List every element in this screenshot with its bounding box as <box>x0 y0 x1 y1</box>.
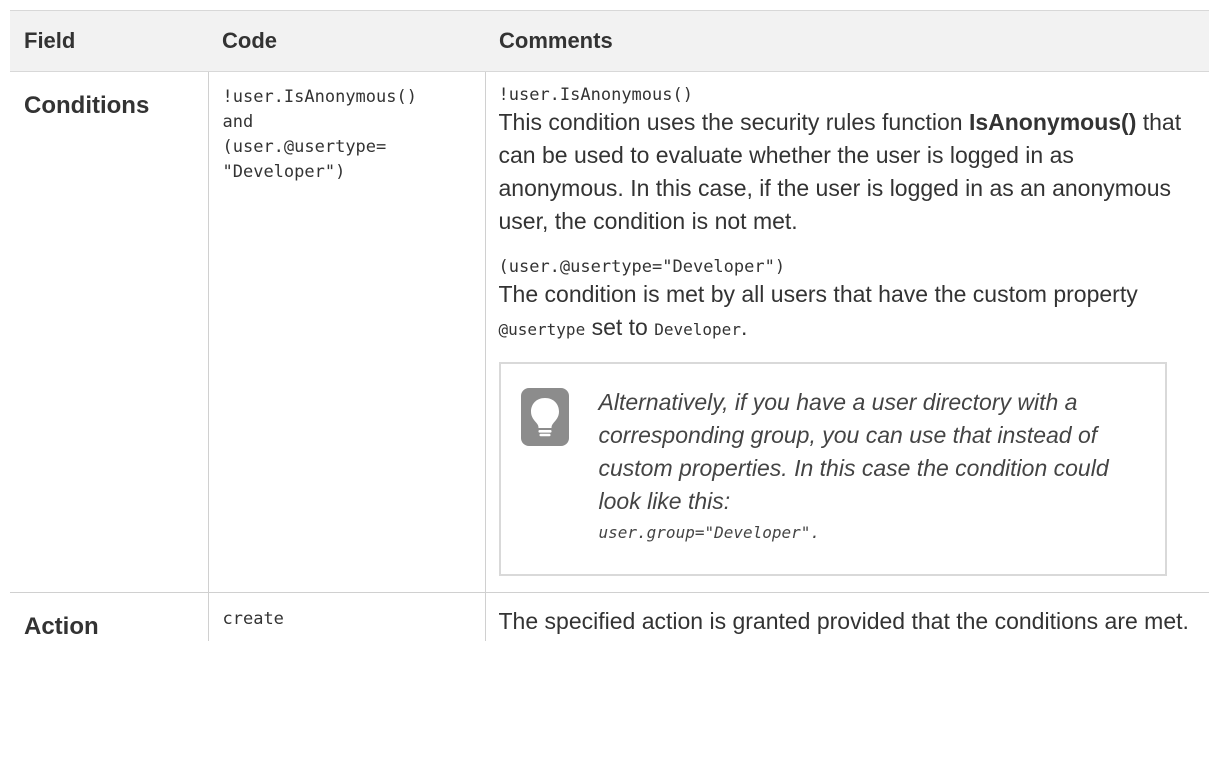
comment-text: This condition uses the security rules f… <box>498 109 969 135</box>
function-name: IsAnonymous() <box>968 109 1137 135</box>
action-code: create <box>222 609 284 629</box>
table-row-action: Action create The specified action is gr… <box>10 592 1209 642</box>
header-field: Field <box>10 10 208 72</box>
security-rule-table: Field Code Comments Conditions !user.IsA… <box>10 10 1209 641</box>
table-row-conditions: Conditions !user.IsAnonymous() and (user… <box>10 71 1209 593</box>
conditions-comments: !user.IsAnonymous() This condition uses … <box>486 72 1209 592</box>
code-line: (user.@usertype= <box>222 137 387 157</box>
tip-body: Alternatively, if you have a user direct… <box>598 389 1109 514</box>
code-line: and <box>222 112 254 132</box>
conditions-comments-cell: !user.IsAnonymous() This condition uses … <box>484 71 1209 593</box>
action-field-label: Action <box>24 613 99 640</box>
comment-text: The condition is met by all users that h… <box>498 281 1138 307</box>
action-code-cell: create <box>207 592 485 641</box>
custom-property-value: Developer <box>654 320 741 339</box>
tip-code: user.group="Developer". <box>598 523 821 542</box>
page: Field Code Comments Conditions !user.IsA… <box>0 0 1209 757</box>
code-line: !user.IsAnonymous() <box>222 87 417 107</box>
conditions-code: !user.IsAnonymous() and (user.@usertype=… <box>209 72 485 185</box>
header-comments: Comments <box>485 10 1209 72</box>
comment-paragraph-usertype: The condition is met by all users that h… <box>499 278 1196 346</box>
comment-paragraph-isanonymous: This condition uses the security rules f… <box>499 106 1196 238</box>
tip-callout: Alternatively, if you have a user direct… <box>498 362 1167 576</box>
comment-code-usertype: (user.@usertype="Developer") <box>498 257 786 277</box>
conditions-field-label: Conditions <box>24 92 150 119</box>
table-header-row: Field Code Comments <box>10 10 1209 72</box>
action-comment: The specified action is granted provided… <box>498 608 1189 634</box>
action-field-cell: Action <box>10 593 208 642</box>
code-line: "Developer") <box>222 162 346 182</box>
tip-text: Alternatively, if you have a user direct… <box>599 386 1145 548</box>
action-comments-cell: The specified action is granted provided… <box>484 592 1209 641</box>
lightbulb-icon <box>520 388 569 446</box>
header-code: Code <box>208 10 485 72</box>
lightbulb-icon-graphic <box>530 398 559 437</box>
conditions-field-cell: Conditions <box>10 71 208 593</box>
comment-text: . <box>740 314 748 340</box>
conditions-code-cell: !user.IsAnonymous() and (user.@usertype=… <box>207 71 485 593</box>
custom-property-name: @usertype <box>498 320 586 339</box>
comment-text: set to <box>585 314 655 340</box>
comment-code-isanonymous: !user.IsAnonymous() <box>498 85 693 105</box>
